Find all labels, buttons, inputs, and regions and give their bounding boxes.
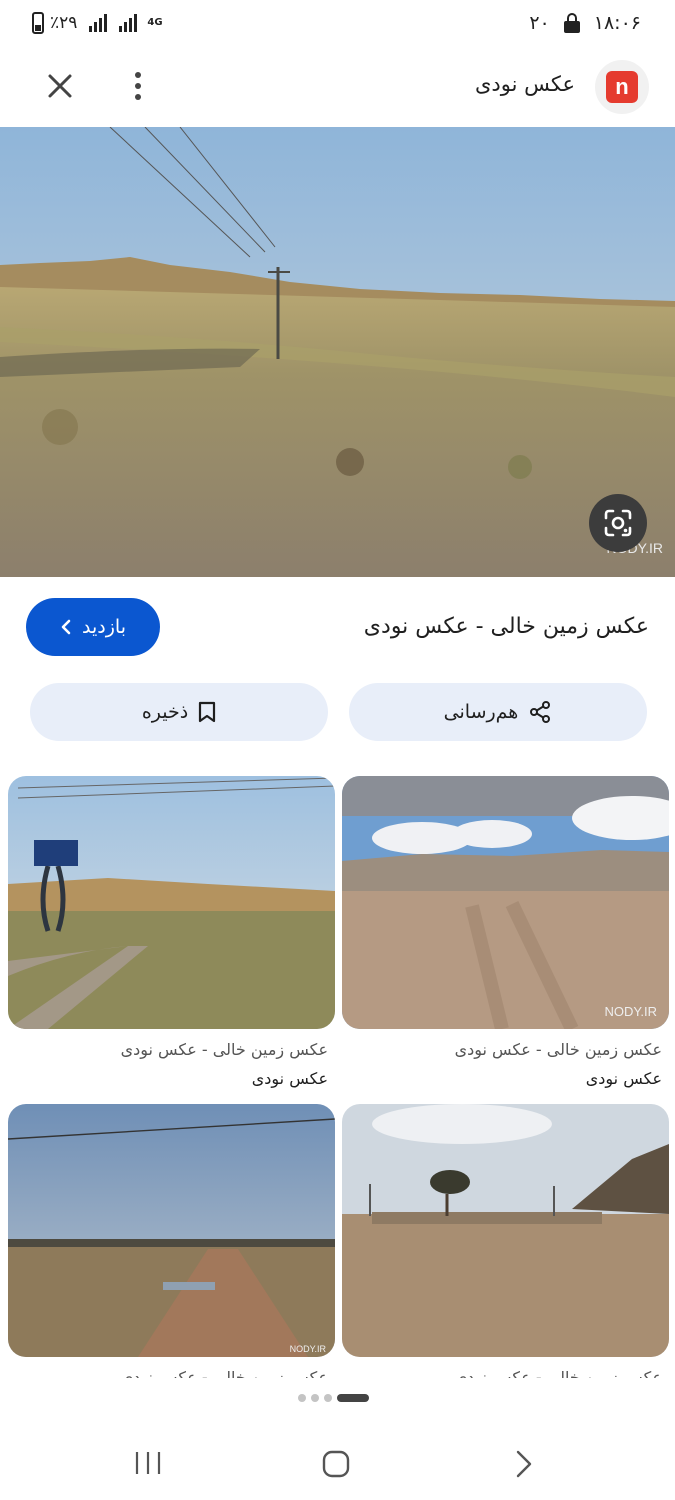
system-nav-bar (0, 1430, 675, 1500)
save-label: ذخیره (141, 701, 189, 723)
related-image[interactable]: NODY.IR (342, 776, 669, 1029)
battery-level: ٪۲۹ (50, 13, 78, 33)
page-dot (324, 1394, 332, 1402)
close-button[interactable] (40, 66, 80, 106)
notification-count: ۲۰ (529, 12, 550, 34)
related-image[interactable] (8, 776, 335, 1029)
signal-icon (119, 14, 138, 32)
related-source: عکس نودی (585, 1069, 662, 1088)
related-image[interactable]: NODY.IR (8, 1104, 335, 1357)
signal-icon (89, 14, 108, 32)
visit-label: بازدید (82, 616, 126, 638)
share-icon (530, 701, 551, 723)
battery-icon (32, 12, 44, 34)
more-vert-icon (135, 72, 141, 78)
visit-button[interactable]: بازدید (26, 598, 160, 656)
related-watermark: NODY.IR (290, 1344, 327, 1354)
related-photo: NODY.IR (8, 1104, 335, 1357)
main-image[interactable]: NODY.IR (0, 127, 675, 577)
lock-icon (563, 13, 580, 33)
more-options-button[interactable] (118, 66, 158, 106)
viewer-header: عکس نودی n (0, 56, 675, 120)
save-button[interactable]: ذخیره (30, 683, 328, 741)
page-dot (311, 1394, 319, 1402)
related-source: عکس نودی (251, 1069, 328, 1088)
page-dot-active (337, 1394, 369, 1402)
lens-search-button[interactable] (589, 494, 647, 552)
site-favicon: n (606, 71, 638, 103)
site-logo[interactable]: n (595, 60, 649, 114)
related-photo (342, 1104, 669, 1357)
bookmark-icon (199, 701, 216, 723)
related-caption[interactable]: عکس زمین خالی - عکس نودی (342, 1040, 662, 1059)
chevron-left-icon (61, 619, 71, 635)
related-caption[interactable]: عکس زمین خالی - عکس نودی (8, 1040, 328, 1059)
status-bar: ٪۲۹ 4G ۲۰ ۱۸:۰۶ (0, 0, 675, 52)
site-name[interactable]: عکس نودی (475, 72, 575, 96)
google-lens-icon (604, 509, 632, 537)
recent-apps-icon[interactable] (133, 1450, 163, 1476)
share-label: هم‌رسانی (443, 701, 519, 723)
share-button[interactable]: هم‌رسانی (349, 683, 647, 741)
related-photo (8, 776, 335, 1029)
related-photo: NODY.IR (342, 776, 669, 1029)
page-dot (298, 1394, 306, 1402)
result-title: عکس زمین خالی - عکس نودی (363, 614, 649, 639)
clock: ۱۸:۰۶ (593, 12, 641, 34)
related-image[interactable] (342, 1104, 669, 1357)
status-left: ٪۲۹ 4G (32, 12, 163, 34)
landscape-photo: NODY.IR (0, 127, 675, 577)
home-icon[interactable] (321, 1449, 351, 1479)
back-icon[interactable] (512, 1448, 536, 1480)
page-indicator (298, 1394, 369, 1402)
close-icon (48, 74, 72, 98)
related-caption[interactable]: عکس زمین خالی - عکس نودی (342, 1368, 662, 1378)
related-caption[interactable]: عکس زمین خالی - عکس نودی (8, 1368, 328, 1378)
related-watermark: NODY.IR (605, 1004, 658, 1019)
status-right: ۲۰ ۱۸:۰۶ (529, 12, 641, 34)
network-type: 4G (147, 17, 163, 28)
